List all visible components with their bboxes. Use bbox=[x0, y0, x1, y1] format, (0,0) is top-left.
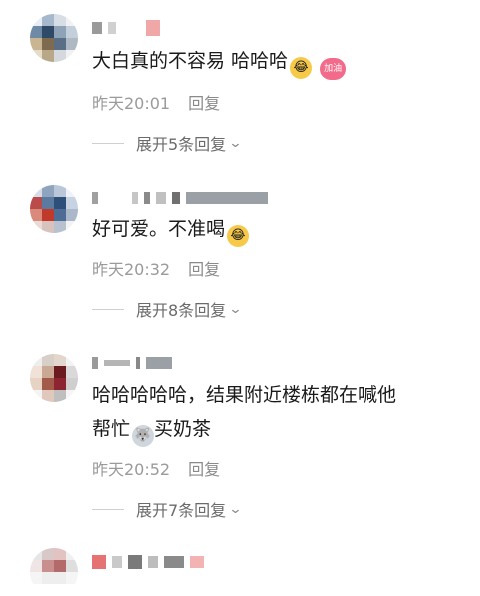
chevron-down-icon: ⌄ bbox=[228, 135, 243, 151]
expand-replies-button[interactable]: 展开8条回复 ⌄ bbox=[92, 297, 243, 321]
comment-text-line: 帮忙 🐺 买奶茶 bbox=[92, 412, 467, 447]
divider-line bbox=[92, 508, 124, 510]
chevron-down-icon: ⌄ bbox=[228, 301, 243, 317]
divider-line bbox=[92, 308, 124, 310]
comment-meta: 昨天20:01 回复 bbox=[92, 90, 220, 114]
comment-time: 昨天20:32 bbox=[92, 260, 171, 279]
username-blurred[interactable] bbox=[92, 355, 172, 371]
reply-button[interactable]: 回复 bbox=[188, 90, 220, 114]
comment-text: 哈哈哈哈哈，结果附近楼栋都在喊他 帮忙 🐺 买奶茶 bbox=[92, 378, 467, 447]
expand-replies-button[interactable]: 展开5条回复 ⌄ bbox=[92, 131, 243, 155]
laughing-crying-icon: 😂 bbox=[290, 57, 313, 79]
avatar[interactable] bbox=[30, 548, 78, 596]
expand-replies-label: 展开8条回复 bbox=[136, 301, 227, 320]
avatar[interactable] bbox=[30, 354, 78, 402]
comment-time: 昨天20:01 bbox=[92, 94, 171, 113]
avatar[interactable] bbox=[30, 14, 78, 62]
comment-time: 昨天20:52 bbox=[92, 460, 171, 479]
username-blurred[interactable] bbox=[92, 190, 268, 206]
comment-text-content: 帮忙 bbox=[92, 418, 131, 440]
reply-button[interactable]: 回复 bbox=[188, 256, 220, 280]
husky-dog-icon: 🐺 bbox=[132, 425, 155, 447]
comment-meta: 昨天20:52 回复 bbox=[92, 456, 220, 480]
comment-text-line: 哈哈哈哈哈，结果附近楼栋都在喊他 bbox=[92, 384, 397, 406]
avatar[interactable] bbox=[30, 185, 78, 233]
expand-replies-label: 展开5条回复 bbox=[136, 135, 227, 154]
comment-text: 大白真的不容易 哈哈哈 😂 加油 bbox=[92, 44, 467, 80]
divider-line bbox=[92, 142, 124, 144]
expand-replies-button[interactable]: 展开7条回复 ⌄ bbox=[92, 497, 243, 521]
comment-text-content: 大白真的不容易 哈哈哈 bbox=[92, 50, 289, 72]
expand-replies-label: 展开7条回复 bbox=[136, 501, 227, 520]
comment-meta: 昨天20:32 回复 bbox=[92, 256, 220, 280]
jiayou-heart-sticker: 加油 bbox=[320, 58, 347, 80]
chevron-down-icon: ⌄ bbox=[228, 501, 243, 517]
username-blurred[interactable] bbox=[92, 554, 204, 570]
comment-text-content: 好可爱。不准喝 bbox=[92, 218, 226, 240]
laughing-crying-icon: 😂 bbox=[227, 225, 250, 247]
reply-button[interactable]: 回复 bbox=[188, 456, 220, 480]
comment-text-content: 买奶茶 bbox=[154, 418, 212, 440]
comment-text: 好可爱。不准喝 😂 bbox=[92, 212, 467, 247]
username-blurred[interactable] bbox=[92, 20, 160, 36]
